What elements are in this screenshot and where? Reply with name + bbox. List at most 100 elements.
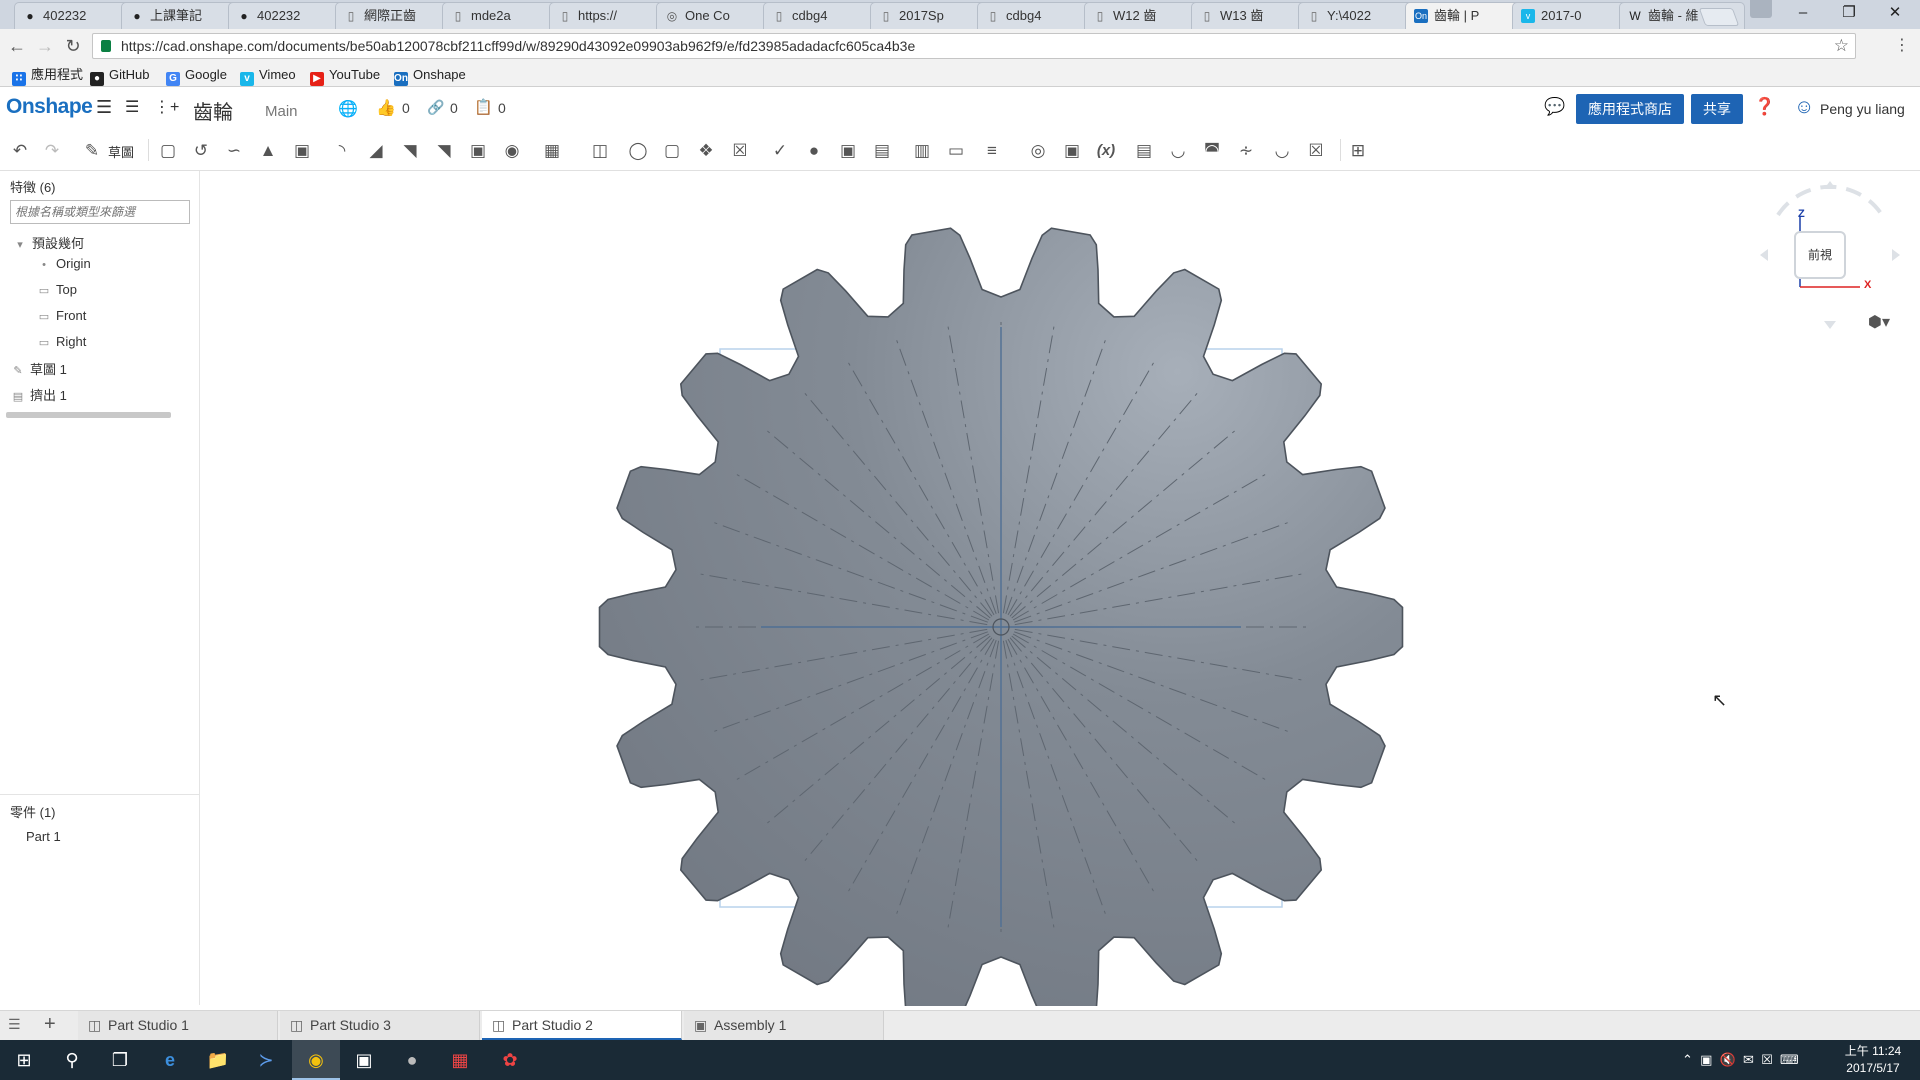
tree-item-right-plane[interactable]: ▭ Right [38,334,87,349]
url-field[interactable]: https://cad.onshape.com/documents/be50ab… [92,33,1856,59]
help-icon[interactable]: ❓ [1754,97,1775,117]
hamburger-menu-icon[interactable]: ☰ [96,97,112,118]
fillet-icon[interactable]: ◝ [330,139,354,163]
mirror-icon[interactable]: ◫ [588,139,612,163]
thicken-icon[interactable]: ▣ [290,139,314,163]
window-close-icon[interactable]: ✕ [1872,0,1918,28]
caret-down-icon[interactable]: ▾ [14,238,26,251]
transform-icon[interactable]: ❖ [694,139,718,163]
edge-browser-icon[interactable]: e [146,1040,194,1080]
feature-filter-input[interactable] [10,200,190,224]
offset-surface-icon[interactable]: ▥ [910,139,934,163]
finish-sheet-metal-icon[interactable]: ☒ [1304,139,1328,163]
workspace-name[interactable]: Main [265,103,298,120]
like-icon[interactable]: 👍 [376,98,396,118]
sketch-pencil-icon[interactable]: ✎ [80,139,104,163]
replace-face-icon[interactable]: ▤ [870,139,894,163]
app-red-icon[interactable]: ▦ [436,1040,484,1080]
user-avatar-icon[interactable]: ☺ [1794,96,1814,119]
element-tab[interactable]: ◫ Part Studio 2 [482,1011,682,1040]
plane-icon[interactable]: ▭ [944,139,968,163]
pattern-icon[interactable]: ▦ [540,139,564,163]
tree-default-geometry[interactable]: ▾ 預設幾何 [14,233,84,252]
redo-icon[interactable]: ↷ [40,139,64,163]
sketch-button-label[interactable]: 草圖 [108,142,134,161]
element-tab[interactable]: ◫ Part Studio 1 [78,1011,278,1040]
insert-icon[interactable]: ⋮+ [154,97,179,117]
windows-start-icon[interactable]: ⊞ [0,1040,48,1080]
draft-icon[interactable]: ◥ [398,139,422,163]
delete-face-icon[interactable]: ● [802,139,826,163]
bookmark-應用程式[interactable]: ∷ 應用程式 [12,63,83,87]
variable-icon[interactable]: (x) [1094,139,1118,163]
comment-icon[interactable]: 💬 [1544,97,1565,117]
sheet-metal-icon[interactable]: ▤ [1132,139,1156,163]
boolean-icon[interactable]: ◯ [626,139,650,163]
undo-icon[interactable]: ↶ [8,139,32,163]
parts-list-header[interactable]: 零件 (1) [10,802,56,821]
taskbar-clock[interactable]: 上午 11:24 2017/5/17 [1838,1043,1908,1077]
document-title[interactable]: 齒輪 [193,96,233,125]
move-face-icon[interactable]: ▣ [836,139,860,163]
loft-icon[interactable]: ▲ [256,139,280,163]
feature-list-icon[interactable]: ☰ [125,97,139,117]
minimize-icon[interactable]: – [1780,0,1826,28]
element-tab[interactable]: ▣ Assembly 1 [684,1011,884,1040]
add-custom-feature-icon[interactable]: ⊞ [1346,139,1370,163]
mate-connector-icon[interactable]: ≡ [980,139,1004,163]
gear-model[interactable] [200,172,1920,1006]
new-tab-button[interactable] [1698,8,1740,26]
tree-item-extrude-1[interactable]: ▤ 擠出 1 [12,385,67,404]
user-name-menu[interactable]: Peng yu liang [1820,101,1905,117]
bookmark-youtube[interactable]: ▶ YouTube [310,63,380,87]
bookmark-star-icon[interactable]: ☆ [1834,34,1849,58]
graphics-viewport[interactable]: ↖ [200,172,1920,1006]
globe-icon[interactable]: 🌐 [338,99,358,119]
panel-divider[interactable] [0,794,200,795]
link-icon[interactable]: 🔗 [427,99,444,116]
rib-icon[interactable]: ◥ [432,139,456,163]
back-icon[interactable]: ← [4,33,30,59]
tab-icon[interactable]: ◚ [1200,139,1224,163]
corner-icon[interactable]: ◡ [1270,139,1294,163]
part-list-item[interactable]: Part 1 [26,829,61,844]
tree-item-origin[interactable]: • Origin [38,256,91,271]
powershell-icon[interactable]: ≻ [242,1040,290,1080]
onshape-logo[interactable]: Onshape [6,95,93,119]
terminal-icon[interactable]: ▣ [340,1040,388,1080]
extrude-icon[interactable]: ▢ [156,139,180,163]
bend-icon[interactable]: ∻ [1234,139,1258,163]
app-store-button[interactable]: 應用程式商店 [1576,94,1684,124]
flange-icon[interactable]: ◡ [1166,139,1190,163]
disc-app-icon[interactable]: ● [388,1040,436,1080]
bookmark-github[interactable]: ● GitHub [90,63,149,87]
system-tray[interactable]: ⌃ ▣ 🔇 ✉ ☒ ⌨ [1682,1040,1799,1080]
task-view-icon[interactable]: ❐ [96,1040,144,1080]
restore-icon[interactable]: ❐ [1826,0,1872,28]
render-mode-icon[interactable]: ⬢▾ [1868,312,1900,332]
bookmark-onshape[interactable]: On Onshape [394,63,466,87]
copy-icon[interactable]: 📋 [474,98,493,116]
feature-panel-scrollbar[interactable] [6,412,171,418]
element-tab[interactable]: ◫ Part Studio 3 [280,1011,480,1040]
bookmark-vimeo[interactable]: v Vimeo [240,63,296,87]
forward-icon[interactable]: → [32,33,58,59]
chamfer-icon[interactable]: ◢ [364,139,388,163]
tree-item-front-plane[interactable]: ▭ Front [38,308,87,323]
browser-menu-icon[interactable]: ⋮ [1892,33,1912,59]
feature-list-header[interactable]: 特徵 (6) [10,177,56,196]
revolve-icon[interactable]: ↺ [189,139,213,163]
section-icon[interactable]: ▣ [1060,139,1084,163]
delete-part-icon[interactable]: ☒ [728,139,752,163]
modify-fillet-icon[interactable]: ✓ [768,139,792,163]
tab-list-icon[interactable]: ☰ [8,1016,21,1033]
split-icon[interactable]: ▢ [660,139,684,163]
shell-icon[interactable]: ▣ [466,139,490,163]
reload-icon[interactable]: ↻ [60,33,86,59]
tree-item-top-plane[interactable]: ▭ Top [38,282,77,297]
file-explorer-icon[interactable]: 📁 [194,1040,242,1080]
bookmark-google[interactable]: G Google [166,63,227,87]
picasa-icon[interactable]: ✿ [486,1040,534,1080]
chrome-icon[interactable]: ◉ [292,1040,340,1080]
search-icon[interactable]: ⚲ [48,1040,96,1080]
